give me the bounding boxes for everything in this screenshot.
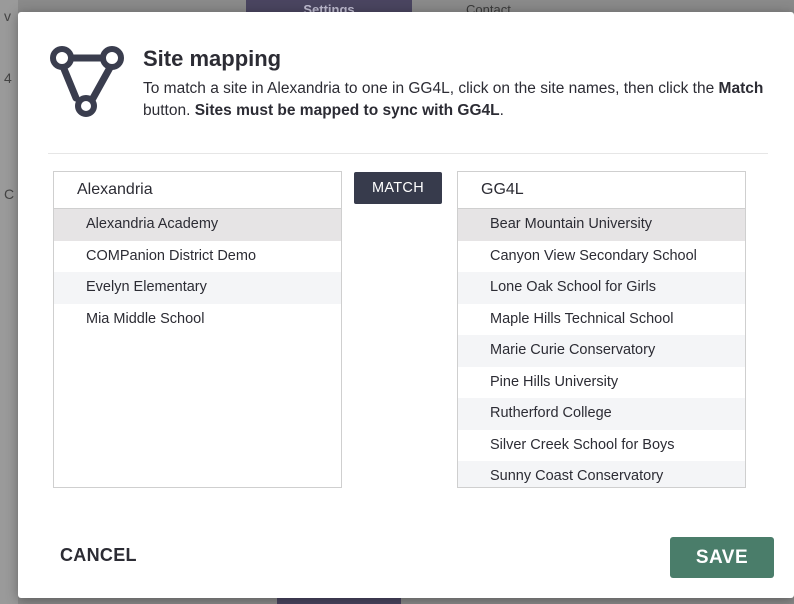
site-list-item[interactable]: Bear Mountain University [458, 209, 745, 241]
divider [48, 153, 768, 154]
background-fragment: C [4, 186, 15, 202]
background-sidebar: v 4 C [0, 0, 18, 604]
dialog-title: Site mapping [143, 46, 282, 71]
site-list-item[interactable]: Maple Hills Technical School [458, 304, 745, 336]
site-mapping-logo-icon [50, 46, 124, 117]
site-list-item[interactable]: Lone Oak School for Girls [458, 272, 745, 304]
description-text: button. [143, 102, 195, 119]
site-list-item[interactable]: COMPanion District Demo [54, 241, 341, 273]
site-list-item[interactable]: Canyon View Secondary School [458, 241, 745, 273]
alexandria-panel-header: Alexandria [54, 172, 341, 209]
description-text: . [499, 102, 504, 119]
site-list-item[interactable]: Alexandria Academy [54, 209, 341, 241]
gg4l-site-list[interactable]: Bear Mountain University Canyon View Seco… [458, 209, 745, 487]
gg4l-sites-panel: GG4L Bear Mountain University Canyon View… [457, 171, 746, 488]
alexandria-site-list: Alexandria Academy COMPanion District Dem… [54, 209, 341, 335]
site-list-item[interactable]: Rutherford College [458, 398, 745, 430]
cancel-button[interactable]: CANCEL [60, 545, 137, 566]
description-bold-warning: Sites must be mapped to sync with GG4L [194, 102, 500, 119]
description-text: To match a site in Alexandria to one in … [143, 80, 719, 97]
match-button[interactable]: MATCH [354, 172, 442, 204]
site-list-item[interactable]: Silver Creek School for Boys [458, 430, 745, 462]
site-list-item[interactable]: Pine Hills University [458, 367, 745, 399]
description-bold-match: Match [718, 80, 764, 97]
site-list-item[interactable]: Mia Middle School [54, 304, 341, 336]
background-fragment: 4 [4, 70, 12, 86]
dialog-description: To match a site in Alexandria to one in … [143, 78, 773, 122]
site-list-item[interactable]: Evelyn Elementary [54, 272, 341, 304]
site-list-item[interactable]: Marie Curie Conservatory [458, 335, 745, 367]
background-fragment: v [4, 8, 11, 24]
gg4l-panel-header: GG4L [458, 172, 745, 209]
site-list-item[interactable]: Sunny Coast Conservatory [458, 461, 745, 487]
site-mapping-dialog: Site mapping To match a site in Alexandr… [18, 12, 794, 598]
alexandria-sites-panel: Alexandria Alexandria Academy COMPanion D… [53, 171, 342, 488]
save-button[interactable]: SAVE [670, 537, 774, 578]
